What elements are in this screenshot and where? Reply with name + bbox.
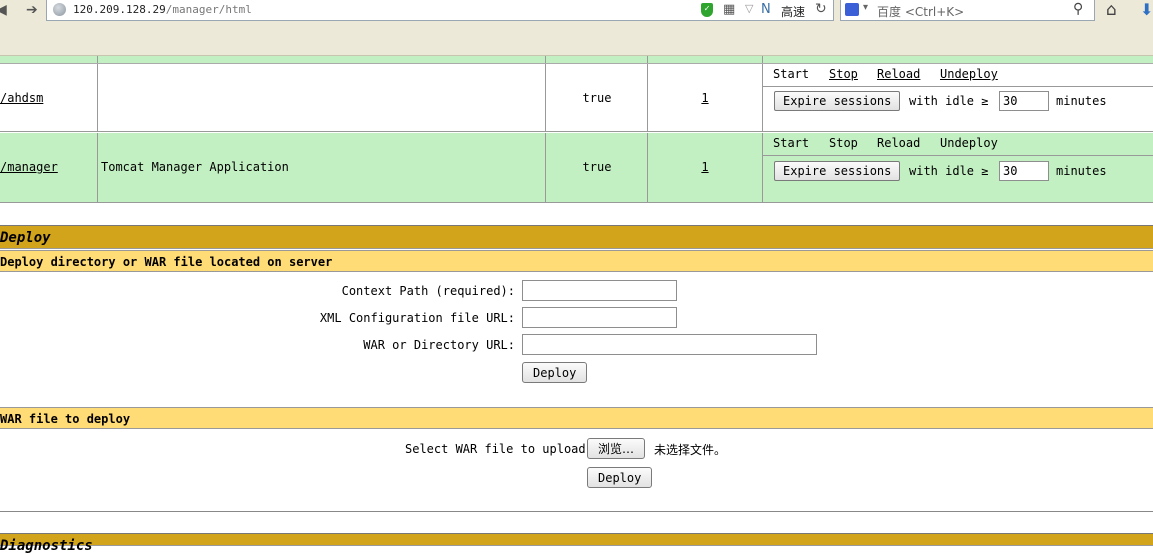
with-idle-label: with idle ≥ [909, 94, 989, 108]
shield-icon[interactable]: ✓ [701, 3, 713, 17]
diagnostics-section-title: Diagnostics [0, 533, 1153, 554]
expire-sessions-button[interactable]: Expire sessions [774, 161, 901, 181]
context-path-input[interactable] [522, 280, 677, 301]
war-dir-label: WAR or Directory URL: [363, 338, 515, 352]
app-running-status: true [582, 160, 612, 174]
search-bar[interactable]: ▾ 百度 <Ctrl+K> ⚲ [840, 0, 1095, 21]
app-sessions-link[interactable]: 1 [649, 91, 761, 105]
url-text: 120.209.128.29/manager/html [73, 3, 252, 16]
app-running-status: true [582, 91, 612, 105]
qr-icon[interactable]: ▦ [723, 3, 735, 17]
app-display-name: Tomcat Manager Application [101, 160, 289, 174]
start-command: Start [773, 67, 810, 81]
start-command: Start [773, 136, 810, 150]
browser-toolbar: ◀ ➔ 120.209.128.29/manager/html ✓ ▦ ▽ Ν … [0, 0, 1153, 56]
war-dir-url-input[interactable] [522, 334, 817, 355]
app-sessions-link[interactable]: 1 [649, 160, 761, 174]
xml-config-url-input[interactable] [522, 307, 677, 328]
speed-icon[interactable]: Ν [761, 2, 771, 17]
divider [0, 511, 1153, 512]
app-path-link[interactable]: /ahdsm [0, 91, 43, 105]
table-row: /ahdsm true 1 Start Stop Reload Undeploy… [0, 64, 1153, 132]
reload-command: Reload [877, 136, 921, 150]
dropdown-icon[interactable]: ▽ [745, 2, 753, 15]
chevron-down-icon[interactable]: ▾ [863, 2, 868, 13]
upload-deploy-button[interactable]: Deploy [587, 467, 653, 488]
search-icon[interactable]: ⚲ [1073, 1, 1083, 17]
undeploy-command: Undeploy [940, 136, 998, 150]
back-icon[interactable]: ◀ [0, 2, 7, 20]
forward-icon[interactable]: ➔ [26, 2, 38, 20]
command-bar: Start Stop Reload Undeploy [763, 64, 1153, 87]
app-path-link[interactable]: /manager [0, 160, 58, 174]
address-bar[interactable]: 120.209.128.29/manager/html ✓ ▦ ▽ Ν 高速 ↻ [46, 0, 834, 21]
undeploy-link[interactable]: Undeploy [940, 67, 998, 81]
download-icon[interactable]: ⬇ [1140, 0, 1153, 19]
reload-icon[interactable]: ↻ [815, 1, 827, 17]
no-file-selected-text: 未选择文件。 [654, 443, 727, 457]
baidu-icon[interactable] [845, 3, 859, 16]
reload-link[interactable]: Reload [877, 67, 920, 81]
home-icon[interactable]: ⌂ [1106, 0, 1117, 20]
expire-sessions-button[interactable]: Expire sessions [774, 91, 901, 111]
speed-label[interactable]: 高速 [781, 3, 805, 20]
browse-button[interactable]: 浏览… [587, 438, 646, 459]
idle-minutes-input[interactable] [999, 91, 1049, 111]
minutes-label: minutes [1056, 164, 1107, 178]
search-input[interactable]: 百度 <Ctrl+K> [877, 3, 964, 20]
globe-icon [53, 3, 66, 16]
stop-command: Stop [829, 136, 858, 150]
deploy-section-title: Deploy [0, 225, 1153, 249]
deploy-button[interactable]: Deploy [522, 362, 588, 383]
command-bar: Start Stop Reload Undeploy [763, 133, 1153, 156]
deploy-server-section-title: Deploy directory or WAR file located on … [0, 250, 1153, 272]
xml-config-label: XML Configuration file URL: [319, 311, 515, 325]
context-path-label: Context Path (required): [341, 284, 515, 298]
table-row [0, 56, 1153, 64]
stop-link[interactable]: Stop [829, 67, 858, 81]
select-war-label: Select WAR file to upload [405, 442, 586, 456]
minutes-label: minutes [1056, 94, 1107, 108]
table-row: /manager Tomcat Manager Application true… [0, 133, 1153, 203]
with-idle-label: with idle ≥ [909, 164, 989, 178]
idle-minutes-input[interactable] [999, 161, 1049, 181]
war-upload-section-title: WAR file to deploy [0, 407, 1153, 429]
